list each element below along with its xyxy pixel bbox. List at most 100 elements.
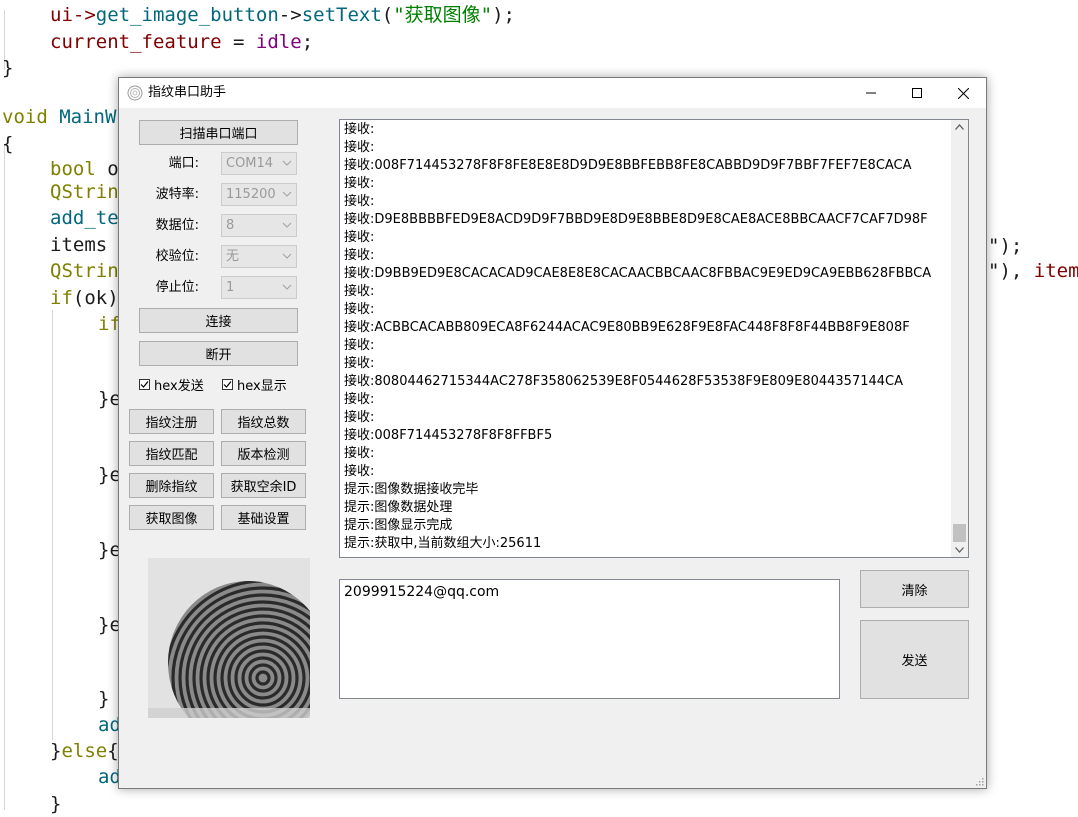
delete-fingerprint-button[interactable]: 删除指纹	[129, 473, 214, 498]
resize-grip-icon[interactable]	[974, 776, 984, 786]
hex-send-checkbox[interactable]: hex发送	[139, 375, 204, 394]
scroll-down-icon[interactable]	[955, 547, 964, 553]
stop-bits-value: 1	[226, 280, 235, 295]
log-line: 接收:	[344, 446, 375, 461]
hex-display-checkbox[interactable]: hex显示	[222, 375, 287, 394]
vertical-scrollbar[interactable]	[951, 120, 968, 557]
disconnect-button[interactable]: 断开	[139, 341, 298, 366]
version-check-button[interactable]: 版本检测	[221, 441, 306, 466]
code-line: ");	[988, 235, 1023, 257]
chevron-down-icon	[282, 222, 292, 228]
log-line: 接收:008F714453278F8F8FE8E8E8D9D9E8BBFEBB8…	[344, 158, 912, 173]
parity-value: 无	[226, 249, 240, 264]
baud-value: 115200	[226, 187, 276, 202]
maximize-button[interactable]	[894, 78, 940, 108]
checkmark-icon	[140, 381, 149, 388]
receive-log-area[interactable]: 接收: 接收: 接收:008F714453278F8F8FE8E8E8D9D9E…	[339, 119, 969, 558]
log-line: 接收:	[344, 122, 375, 137]
log-line: 接收:	[344, 248, 375, 263]
log-line: 接收:	[344, 338, 375, 353]
log-line: 接收:80804462715344AC278F358062539E8F05446…	[344, 374, 904, 389]
log-line: 接收:	[344, 230, 375, 245]
log-line: 提示:图像数据接收完毕	[344, 482, 479, 497]
port-value: COM14	[226, 156, 274, 171]
fingerprint-image	[148, 558, 310, 718]
chevron-down-icon	[282, 191, 292, 197]
code-line: add_te	[50, 207, 119, 229]
stop-bits-select[interactable]: 1	[221, 276, 297, 299]
checkbox-box	[139, 379, 150, 390]
log-line: 接收:	[344, 176, 375, 191]
code-line: }	[98, 688, 110, 710]
fingerprint-total-button[interactable]: 指纹总数	[221, 409, 306, 434]
log-line: 接收:	[344, 464, 375, 479]
log-line: 接收:	[344, 284, 375, 299]
receive-log-lines: 接收: 接收: 接收:008F714453278F8F8FE8E8E8D9D9E…	[344, 121, 949, 553]
clear-button[interactable]: 清除	[860, 570, 969, 608]
checkbox-box	[222, 379, 233, 390]
send-text-input[interactable]: 2099915224@qq.com	[339, 579, 840, 699]
window-title: 指纹串口助手	[148, 85, 227, 100]
log-line: 接收:	[344, 356, 375, 371]
parity-select[interactable]: 无	[221, 245, 297, 268]
code-line: current_feature = idle;	[50, 31, 314, 53]
chevron-down-icon	[282, 253, 292, 259]
code-line: items	[50, 234, 119, 256]
basic-settings-button[interactable]: 基础设置	[221, 505, 306, 530]
log-line: 接收:008F714453278F8F8FFBF5	[344, 428, 553, 443]
log-line: 接收:	[344, 194, 375, 209]
minimize-button[interactable]	[848, 78, 894, 108]
window-content: 扫描串口端口 端口: COM14 波特率: 115200 数据位: 8 校验位:…	[119, 108, 986, 788]
data-bits-select[interactable]: 8	[221, 214, 297, 237]
scan-ports-button[interactable]: 扫描串口端口	[139, 120, 298, 145]
data-bits-value: 8	[226, 218, 235, 233]
fingerprint-enroll-button[interactable]: 指纹注册	[129, 409, 214, 434]
log-line: 提示:图像显示完成	[344, 518, 453, 533]
chevron-down-icon	[282, 284, 292, 290]
indent-guide	[52, 310, 53, 740]
log-line: 接收:	[344, 410, 375, 425]
chevron-down-icon	[282, 160, 292, 166]
close-icon	[957, 87, 969, 99]
code-line: {	[2, 133, 14, 155]
fingerprint-serial-assistant-window: 指纹串口助手 扫描串口端口 端口: COM14 波特率: 115200 数据位:…	[118, 77, 987, 789]
hex-display-label: hex显示	[237, 379, 287, 394]
send-text-value: 2099915224@qq.com	[344, 584, 500, 600]
log-line: 接收:D9E8BBBBFED9E8ACD9D9F7BBD9E8D9E8BBE8D…	[344, 212, 928, 227]
send-button[interactable]: 发送	[860, 620, 969, 699]
code-line: }	[2, 57, 14, 79]
log-line: 接收:	[344, 140, 375, 155]
code-line: }	[50, 793, 62, 815]
close-button[interactable]	[940, 78, 986, 108]
port-label: 端口:	[168, 156, 199, 171]
parity-label: 校验位:	[155, 249, 199, 264]
baud-select[interactable]: 115200	[221, 183, 297, 206]
indent-guide	[4, 145, 5, 810]
title-bar[interactable]: 指纹串口助手	[119, 78, 986, 108]
code-line: "), items	[988, 260, 1078, 282]
baud-label: 波特率:	[155, 187, 199, 202]
connect-button[interactable]: 连接	[139, 308, 298, 333]
get-free-id-button[interactable]: 获取空余ID	[221, 473, 306, 498]
code-line: QStrin	[50, 181, 119, 203]
stop-bits-label: 停止位:	[155, 280, 199, 295]
checkmark-icon	[223, 381, 232, 388]
log-line: 接收:ACBBCACABB809ECA8F6244ACAC9E80BB9E628…	[344, 320, 910, 335]
fingerprint-app-icon	[127, 85, 143, 101]
data-bits-label: 数据位:	[155, 218, 199, 233]
code-line: void MainW	[2, 106, 117, 128]
maximize-icon	[912, 88, 922, 98]
log-line: 提示:图像数据处理	[344, 500, 453, 515]
minimize-icon	[866, 92, 876, 94]
log-line: 接收:	[344, 302, 375, 317]
port-select[interactable]: COM14	[221, 152, 297, 175]
hex-send-label: hex发送	[154, 379, 204, 394]
code-line: }else{	[50, 740, 119, 762]
fingerprint-match-button[interactable]: 指纹匹配	[129, 441, 214, 466]
log-line: 接收:	[344, 392, 375, 407]
log-line: 接收:D9BB9ED9E8CACACAD9CAE8E8E8CACAACBBCAA…	[344, 266, 932, 281]
scrollbar-thumb[interactable]	[953, 524, 966, 542]
code-line: ui->get_image_button->setText("获取图像");	[50, 4, 515, 26]
scroll-up-icon[interactable]	[955, 124, 964, 130]
get-image-button[interactable]: 获取图像	[129, 505, 214, 530]
